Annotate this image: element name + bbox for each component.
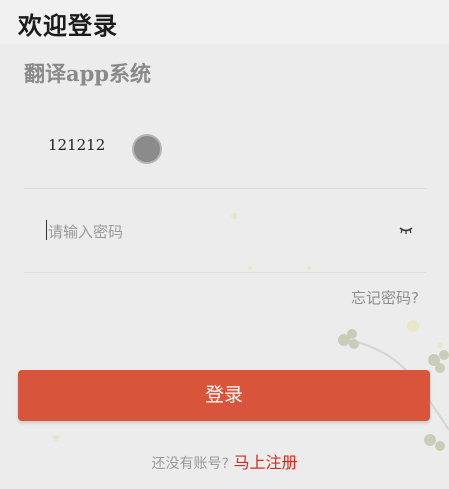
password-field[interactable]: 请输入密码: [24, 188, 426, 273]
text-cursor: [46, 220, 47, 240]
register-link[interactable]: 马上注册: [233, 453, 297, 472]
username-value: 121212: [48, 136, 106, 154]
username-field[interactable]: 121212: [24, 104, 426, 189]
login-button[interactable]: 登录: [18, 370, 430, 421]
register-row: 还没有账号? 马上注册: [0, 449, 449, 473]
page-title: 欢迎登录: [18, 12, 118, 40]
eye-closed-icon[interactable]: [398, 222, 414, 236]
forgot-password-link[interactable]: 忘记密码?: [351, 287, 419, 308]
no-account-text: 还没有账号?: [151, 456, 229, 472]
app-subtitle: 翻译app系统: [24, 61, 151, 86]
touch-indicator: [132, 134, 162, 164]
password-placeholder: 请输入密码: [48, 223, 124, 241]
